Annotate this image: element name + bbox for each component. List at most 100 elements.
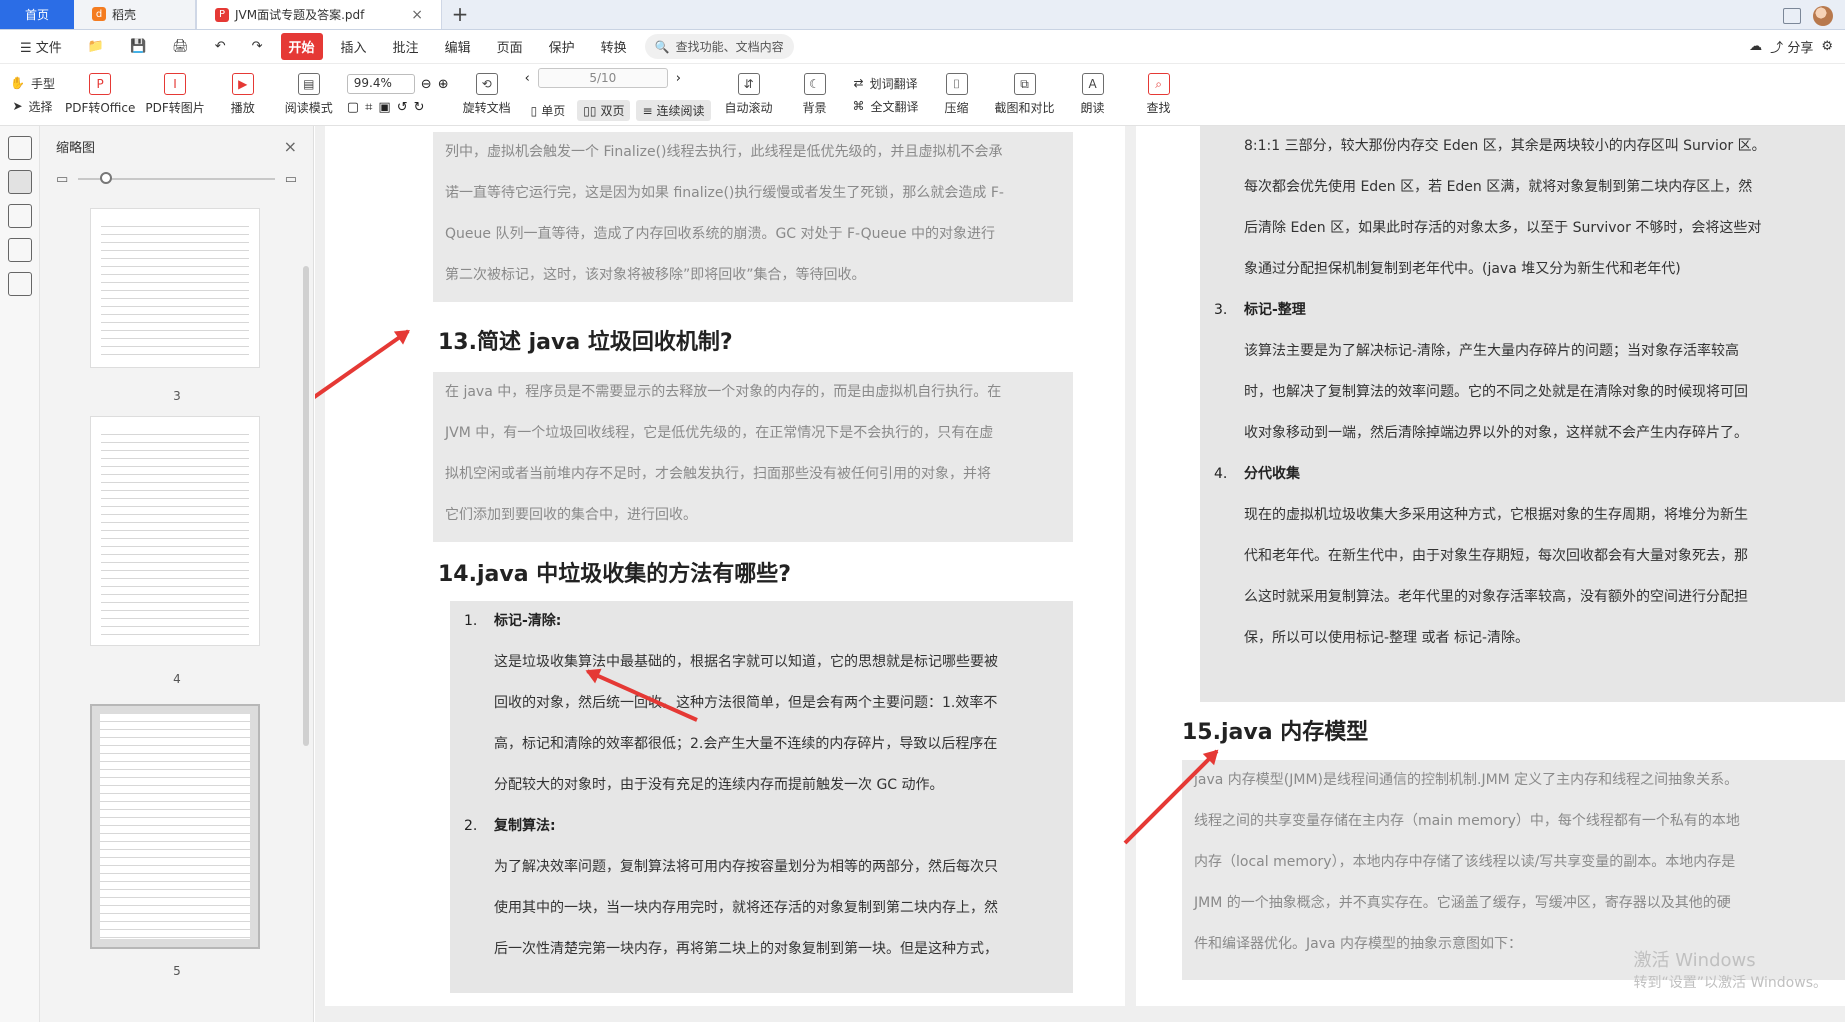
single-page-icon: ▯ <box>530 103 538 118</box>
image-small-icon[interactable]: ▭ <box>56 172 68 187</box>
menu-start[interactable]: 开始 <box>280 33 323 60</box>
list-number: 3. <box>1214 302 1228 318</box>
zoom-controls: 99.4% ⊖ ⊕ <box>346 74 449 94</box>
play-button[interactable]: ▶ 播放 <box>215 73 271 116</box>
right-block-2-line: JMM 的一个抽象概念，并不真实存在。它涵盖了缓存，写缓冲区，寄存器以及其他的硬 <box>1194 895 1731 911</box>
auto-scroll-button[interactable]: ⇵ 自动滚动 <box>721 73 777 116</box>
share-icon: ⤴ <box>1770 41 1784 56</box>
thumb-page-number-3: 3 <box>173 389 181 403</box>
list-line: 时，也解决了复制算法的效率问题。它的不同之处就是在清除对象的时候现将可回 <box>1244 384 1748 400</box>
menu-convert[interactable]: 转换 <box>593 33 635 60</box>
image-large-icon[interactable]: ▭ <box>285 172 297 187</box>
right-line: 后清除 Eden 区，如果此时存活的对象太多，以至于 Survivor 不够时，… <box>1244 220 1762 236</box>
list-line: 保，所以可以使用标记-整理 或者 标记-清除。 <box>1244 630 1530 646</box>
menu-protect[interactable]: 保护 <box>541 33 583 60</box>
bookmark-icon[interactable] <box>8 136 32 160</box>
pdf-to-office-label: PDF转Office <box>64 101 136 115</box>
share-button[interactable]: ⤴ 分享 <box>1770 37 1813 56</box>
file-menu[interactable]: ☰ 文件 <box>12 33 70 60</box>
zoom-in-icon[interactable]: ⊕ <box>438 77 449 92</box>
layout-icon[interactable] <box>1783 8 1801 24</box>
find-label: 查找 <box>1146 101 1171 115</box>
rotate-doc-button[interactable]: ⟲ 旋转文档 <box>459 73 515 116</box>
page-input[interactable]: 5/10 <box>537 68 668 88</box>
left-block-1-line: 列中，虚拟机会触发一个 Finalize()线程去执行，此线程是低优先级的，并且… <box>445 144 1003 160</box>
read-mode-label: 阅读模式 <box>284 101 333 115</box>
fit-page-icon[interactable]: ▢ <box>347 100 359 115</box>
avatar[interactable] <box>1813 6 1833 26</box>
word-translate[interactable]: ⇄ 划词翻译 <box>853 75 919 92</box>
slider-track[interactable] <box>78 172 275 184</box>
menu-annotate[interactable]: 批注 <box>385 33 427 60</box>
share-label: 分享 <box>1787 41 1814 56</box>
rotate-left-icon[interactable]: ↺ <box>397 100 408 115</box>
background-button[interactable]: ☾ 背景 <box>787 73 843 116</box>
hand-tool[interactable]: ✋ 手型 <box>10 75 55 92</box>
prev-page-icon[interactable]: ‹ <box>525 71 530 86</box>
list-line: 代和老年代。在新生代中，由于对象生存期短，每次回收都会有大量对象死去，那 <box>1244 548 1748 564</box>
continuous-label: 连续阅读 <box>656 104 705 118</box>
close-icon[interactable]: × <box>411 7 423 23</box>
moon-icon: ☾ <box>803 73 826 95</box>
search-icon: 🔍 <box>654 39 670 54</box>
thumb-scrollbar[interactable] <box>303 266 309 746</box>
search-box[interactable]: 🔍 查找功能、文档内容 <box>644 34 794 59</box>
menu-edit[interactable]: 编辑 <box>437 33 479 60</box>
signature-icon[interactable] <box>8 272 32 296</box>
new-tab-button[interactable]: + <box>442 0 478 29</box>
tab-daoke[interactable]: d 稻壳 <box>74 0 196 29</box>
double-page-tab[interactable]: ▯▯ 双页 <box>577 100 631 121</box>
list-item-title: 4. 分代收集 <box>1200 454 1845 495</box>
single-page-tab[interactable]: ▯ 单页 <box>525 100 572 121</box>
continuous-read-tab[interactable]: ≡ 连续阅读 <box>636 100 711 121</box>
pdf-to-image-button[interactable]: I PDF转图片 <box>145 73 205 116</box>
zoom-out-icon[interactable]: ⊖ <box>421 77 432 92</box>
cloud-icon[interactable]: ☁ <box>1749 39 1762 54</box>
thumbnail-page-3[interactable] <box>90 208 260 368</box>
crop-compare-button[interactable]: ⧉ 截图和对比 <box>995 73 1055 116</box>
list-item-title: 1. 标记-清除: <box>450 601 1073 642</box>
folder-icon[interactable]: 📁 <box>80 35 112 58</box>
tab-home[interactable]: 首页 <box>0 0 74 29</box>
comment-icon[interactable] <box>8 204 32 228</box>
find-button[interactable]: ⌕ 查找 <box>1131 73 1187 116</box>
undo-icon[interactable]: ↶ <box>207 35 234 58</box>
page-right: 8:1:1 三部分，较大那份内存交 Eden 区，其余是两块较小的内存区叫 Su… <box>1136 126 1845 1006</box>
list-item-title: 3. 标记-整理 <box>1200 290 1845 331</box>
single-view-icon[interactable]: ▣ <box>378 100 390 115</box>
menu-page[interactable]: 页面 <box>489 33 531 60</box>
zoom-input[interactable]: 99.4% <box>346 74 415 94</box>
thumbnail-icon[interactable] <box>8 170 32 194</box>
thumb-header: 缩略图 × <box>40 126 313 166</box>
rotate-right-icon[interactable]: ↻ <box>414 100 425 115</box>
file-menu-label: 文件 <box>35 41 62 56</box>
settings-icon[interactable]: ⚙ <box>1821 39 1833 54</box>
next-page-icon[interactable]: › <box>676 71 681 86</box>
slider-knob[interactable] <box>100 172 113 184</box>
save-icon[interactable]: 💾 <box>122 35 154 58</box>
pdf-to-office-button[interactable]: P PDF转Office <box>65 73 135 116</box>
print-icon[interactable]: 🖨 <box>164 35 197 58</box>
tab-pdf[interactable]: P JVM面试专题及答案.pdf × <box>196 0 442 29</box>
doc-translate-icon: ⌘ <box>852 99 865 113</box>
thumbnail-page-4[interactable] <box>90 416 260 646</box>
thumbnail-page-5[interactable] <box>90 704 260 949</box>
right-block-2-line: java 内存模型(JMM)是线程间通信的控制机制.JMM 定义了主内存和线程之… <box>1194 772 1739 788</box>
crop-icon[interactable]: ⌗ <box>365 100 372 115</box>
menu-insert[interactable]: 插入 <box>333 33 375 60</box>
windows-activation-watermark: 激活 Windows 转到“设置”以激活 Windows。 <box>1634 950 1827 994</box>
compress-button[interactable]: ⌷ 压缩 <box>929 73 985 116</box>
tab-bar: 首页 d 稻壳 P JVM面试专题及答案.pdf × + <box>0 0 1845 30</box>
menu-bar: ☰ 文件 📁 💾 🖨 ↶ ↷ 开始 插入 批注 编辑 页面 保护 转换 🔍 查找… <box>0 30 1845 64</box>
attachment-icon[interactable] <box>8 238 32 262</box>
left-block-2-line: JVM 中，有一个垃圾回收线程，它是低优先级的，在正常情况下是不会执行的，只有在… <box>445 425 994 441</box>
full-translate[interactable]: ⌘ 全文翻译 <box>853 98 919 115</box>
list-title: 标记-整理 <box>1244 302 1306 318</box>
read-aloud-button[interactable]: A 朗读 <box>1065 73 1121 116</box>
redo-icon[interactable]: ↷ <box>244 35 271 58</box>
read-mode-button[interactable]: ▤ 阅读模式 <box>281 73 337 116</box>
close-icon[interactable]: × <box>284 137 297 156</box>
fit-controls: ▢ ⌗ ▣ ↺ ↻ <box>347 100 449 115</box>
search-placeholder: 查找功能、文档内容 <box>675 40 784 54</box>
select-tool[interactable]: ➤ 选择 <box>10 98 55 115</box>
